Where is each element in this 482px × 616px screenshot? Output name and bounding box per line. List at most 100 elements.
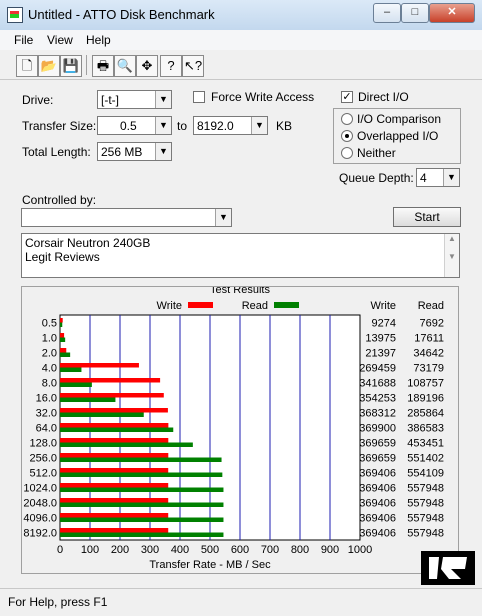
description-scrollbar[interactable]: ▲ ▼ [444,234,459,277]
write-value: 369659 [359,438,396,450]
read-bar [60,457,222,462]
chevron-down-icon[interactable]: ▼ [215,209,231,226]
x-tick-label: 100 [81,544,99,556]
drive-label: Drive: [22,93,54,107]
overlapped-io-radio[interactable] [341,130,353,142]
transfer-size-label: 8.0 [42,378,57,390]
read-value: 557948 [407,498,444,510]
x-tick-label: 0 [57,544,63,556]
read-value: 557948 [407,513,444,525]
description-textarea[interactable]: Corsair Neutron 240GB Legit Reviews ▲ ▼ [21,233,460,278]
write-bar [60,363,139,368]
read-column-header: Read [418,300,444,312]
drive-select[interactable]: [-t-] ▼ [97,90,172,109]
transfer-size-label: 0.5 [42,318,57,330]
total-length-select[interactable]: 256 MB ▼ [97,142,172,161]
description-line-2: Legit Reviews [25,250,100,264]
kb-label: KB [276,119,293,133]
x-tick-label: 500 [201,544,219,556]
transfer-from-value: 0.5 [120,119,137,133]
toolbar: 🗋 📂 💾 🖶 🔍 ✥ ? ↖? [0,51,482,80]
help-icon[interactable]: ? [160,55,182,77]
queue-depth-select[interactable]: 4 ▼ [416,168,460,187]
maximize-button[interactable]: □ [401,3,429,23]
menu-view[interactable]: View [47,33,73,47]
total-length-value: 256 MB [101,145,143,159]
write-bar [60,513,169,518]
context-help-icon[interactable]: ↖? [182,55,204,77]
open-icon[interactable]: 📂 [38,55,60,77]
read-bar [60,397,116,402]
transfer-size-label: 16.0 [36,393,57,405]
read-value: 189196 [407,393,444,405]
read-legend-label: Read [242,300,268,312]
write-value: 369900 [359,423,396,435]
x-axis-label: Transfer Rate - MB / Sec [149,559,271,571]
chevron-down-icon[interactable]: ▼ [155,143,171,160]
write-value: 369659 [359,453,396,465]
chevron-down-icon[interactable]: ▼ [251,117,267,134]
read-bar [60,442,193,447]
chevron-down-icon[interactable]: ▼ [443,169,459,186]
transfer-size-label: 128.0 [29,438,57,450]
transfer-to-select[interactable]: 8192.0 ▼ [193,116,268,135]
queue-depth-label: Queue Depth: [339,171,414,185]
io-comparison-radio[interactable] [341,113,353,125]
write-value: 269459 [359,363,396,375]
atto-window: Untitled - ATTO Disk Benchmark – □ ✕ Fil… [0,0,482,616]
write-value: 369406 [359,528,396,540]
write-value: 369406 [359,468,396,480]
read-value: 17611 [414,333,444,345]
transfer-size-label: 32.0 [36,408,57,420]
menu-file[interactable]: File [14,33,33,47]
x-tick-label: 1000 [348,544,372,556]
print-preview-icon[interactable]: 🔍 [114,55,136,77]
minimize-button[interactable]: – [373,3,401,23]
write-legend-label: Write [157,300,182,312]
transfer-from-select[interactable]: 0.5 ▼ [97,116,172,135]
direct-io-checkbox[interactable]: ✓ [341,91,353,103]
force-write-label: Force Write Access [211,90,315,104]
read-bar [60,412,144,417]
write-value: 369406 [359,513,396,525]
new-icon[interactable]: 🗋 [16,55,38,77]
chevron-down-icon[interactable]: ▼ [155,117,171,134]
controlled-by-select[interactable]: ▼ [21,208,232,227]
x-tick-label: 300 [141,544,159,556]
move-icon[interactable]: ✥ [136,55,158,77]
neither-label: Neither [357,146,396,160]
transfer-size-label: 2048.0 [23,498,57,510]
title-bar: Untitled - ATTO Disk Benchmark – □ ✕ [0,0,482,31]
transfer-size-label: 1.0 [42,333,57,345]
results-group: Test Results Write Read Write Read 0 100 2… [21,286,459,574]
transfer-size-label: 8192.0 [23,528,57,540]
description-line-1: Corsair Neutron 240GB [25,236,151,250]
read-value: 557948 [407,528,444,540]
lr-logo-icon [429,557,467,579]
write-value: 354253 [359,393,396,405]
read-value: 34642 [413,348,444,360]
force-write-checkbox[interactable] [193,91,205,103]
to-label: to [177,119,188,133]
chevron-down-icon[interactable]: ▼ [155,91,171,108]
close-button[interactable]: ✕ [429,3,475,23]
read-bar [60,382,92,387]
print-icon[interactable]: 🖶 [92,55,114,77]
read-bar [60,352,71,357]
read-value: 7692 [420,318,444,330]
write-bar [60,318,63,323]
write-value: 369406 [359,483,396,495]
save-icon[interactable]: 💾 [60,55,82,77]
read-value: 386583 [407,423,444,435]
x-tick-label: 200 [111,544,129,556]
start-button[interactable]: Start [393,207,461,227]
write-bar [60,468,169,473]
transfer-size-label: 256.0 [29,453,57,465]
write-bar [60,378,161,383]
app-icon [7,7,23,23]
x-tick-label: 900 [321,544,339,556]
window-title: Untitled - ATTO Disk Benchmark [28,7,215,22]
write-bar [60,498,169,503]
neither-radio[interactable] [341,147,353,159]
menu-help[interactable]: Help [86,33,111,47]
